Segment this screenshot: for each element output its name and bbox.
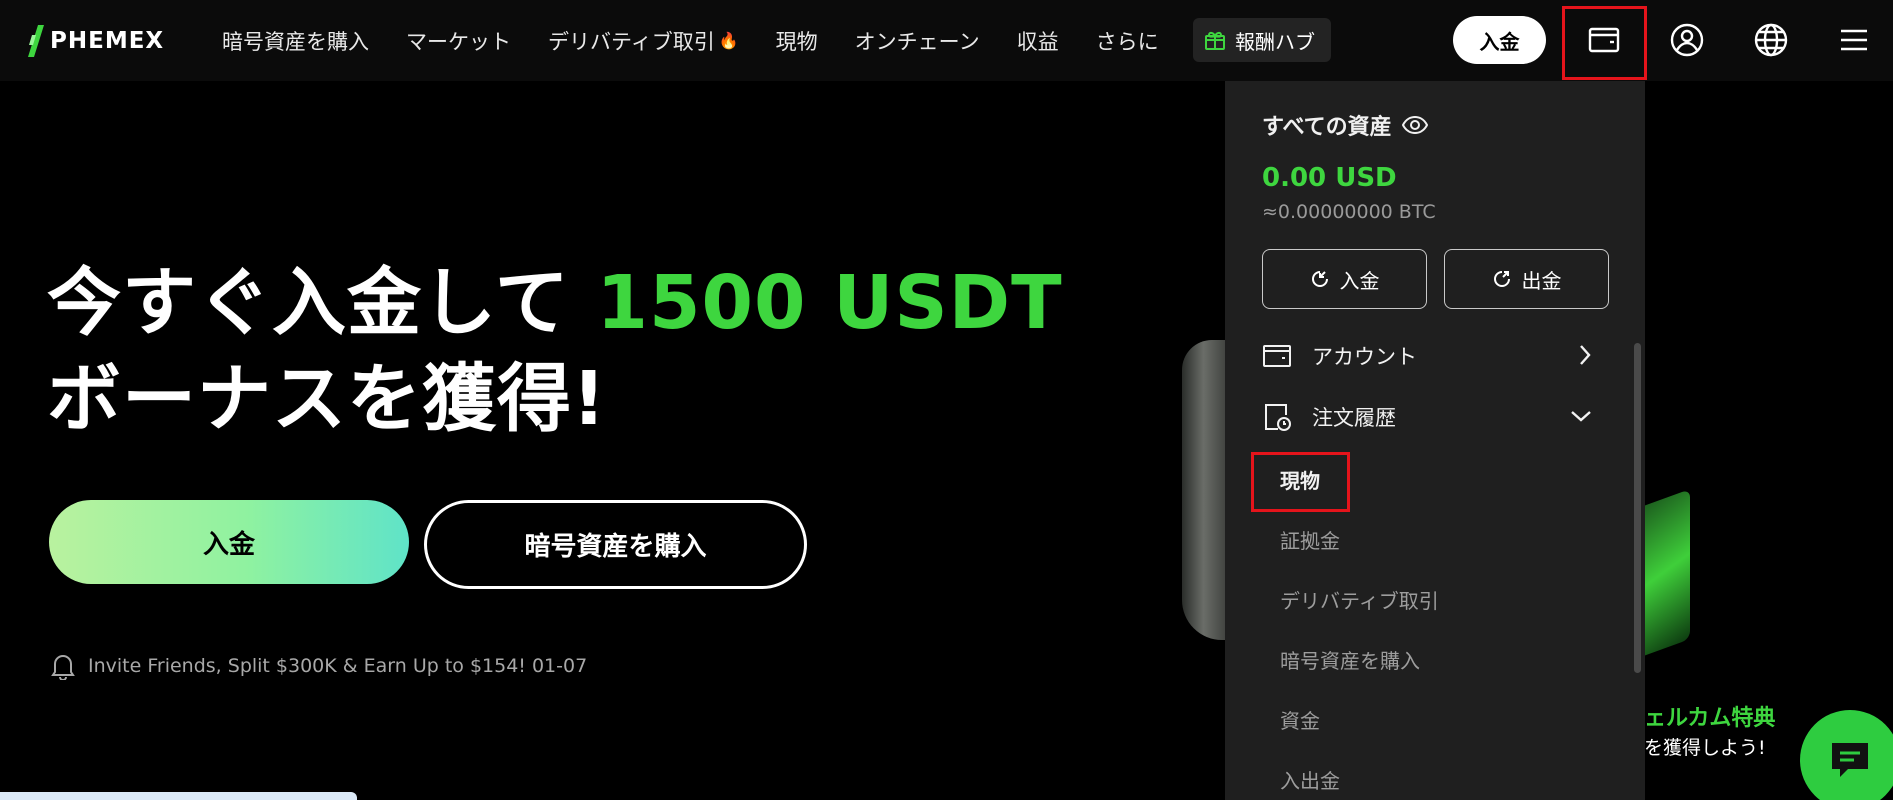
menu-account[interactable]: アカウント: [1262, 336, 1592, 376]
chat-icon: [1832, 743, 1868, 777]
nav-markets[interactable]: マーケット: [406, 26, 511, 56]
user-icon: [1670, 23, 1704, 57]
nav-spot[interactable]: 現物: [776, 26, 818, 56]
hero-line-2: ボーナスを獲得!: [47, 356, 607, 442]
hero-line-1-prefix: 今すぐ入金して: [47, 260, 597, 346]
hero-deposit-button[interactable]: 入金: [49, 500, 409, 584]
main-nav: 暗号資産を購入 マーケット デリバティブ取引 🔥 現物 オンチェーン 収益 さら…: [222, 0, 1196, 81]
wallet-highlight-box: [1562, 6, 1647, 80]
panel-withdraw-button[interactable]: 出金: [1444, 249, 1609, 309]
welcome-bonus-subtitle: を獲得しよう!: [1644, 737, 1766, 759]
panel-scrollbar[interactable]: [1634, 343, 1641, 673]
order-history-derivatives[interactable]: デリバティブ取引: [1280, 585, 1439, 614]
panel-deposit-button[interactable]: 入金: [1262, 249, 1427, 309]
spot-highlight-box: [1251, 452, 1350, 512]
all-assets-header: すべての資産: [1262, 109, 1428, 141]
fire-icon: 🔥: [718, 31, 739, 50]
nav-derivatives-label: デリバティブ取引: [548, 29, 715, 54]
order-history-icon: [1265, 404, 1291, 431]
nav-derivatives[interactable]: デリバティブ取引 🔥: [548, 26, 739, 56]
phemex-logo-icon: [28, 25, 44, 57]
menu-button[interactable]: [1830, 16, 1878, 64]
top-navigation-bar: PHEMEX 暗号資産を購入 マーケット デリバティブ取引 🔥 現物 オンチェー…: [0, 0, 1893, 81]
panel-withdraw-label: 出金: [1521, 268, 1562, 293]
nav-more[interactable]: さらに: [1096, 26, 1159, 56]
logo-text: PHEMEX: [50, 28, 165, 54]
header-deposit-button[interactable]: 入金: [1453, 16, 1546, 64]
support-chat-button[interactable]: [1800, 710, 1893, 800]
hero-line-1: 今すぐ入金して 1500 USDT: [47, 255, 1063, 351]
nav-earn[interactable]: 収益: [1017, 26, 1059, 56]
account-button[interactable]: [1663, 16, 1711, 64]
page: PHEMEX 暗号資産を購入 マーケット デリバティブ取引 🔥 現物 オンチェー…: [0, 0, 1893, 800]
hero-buy-crypto-button[interactable]: 暗号資産を購入: [424, 500, 807, 589]
welcome-bonus-title: ェルカム特典: [1644, 706, 1776, 731]
panel-deposit-label: 入金: [1339, 268, 1380, 293]
announcement-text: Invite Friends, Split $300K & Earn Up to…: [88, 655, 588, 677]
reward-hub-label: 報酬ハブ: [1235, 29, 1315, 54]
decorative-coin-shape: [1182, 340, 1230, 640]
phemex-logo[interactable]: PHEMEX: [28, 24, 164, 58]
hamburger-menu-icon: [1841, 29, 1867, 51]
language-button[interactable]: [1747, 16, 1795, 64]
menu-account-label: アカウント: [1312, 345, 1417, 369]
order-history-funds[interactable]: 資金: [1280, 705, 1320, 734]
assets-dropdown-panel: すべての資産 0.00 USD ≈0.00000000 BTC 入金 出金 アカ…: [1225, 81, 1645, 800]
menu-order-history[interactable]: 注文履歴: [1262, 397, 1592, 437]
bottom-banner-strip: [0, 792, 357, 800]
order-history-margin[interactable]: 証拠金: [1280, 525, 1340, 554]
deposit-icon: [1311, 271, 1328, 287]
withdraw-icon: [1493, 271, 1510, 287]
chevron-down-icon: [1571, 411, 1591, 422]
order-history-deposit-withdraw[interactable]: 入出金: [1280, 765, 1340, 794]
wallet-icon: [1263, 345, 1291, 367]
balance-btc: ≈0.00000000 BTC: [1262, 201, 1436, 223]
eye-icon[interactable]: [1401, 115, 1428, 135]
hero-headline: 今すぐ入金して 1500 USDT ボーナスを獲得!: [47, 255, 1063, 447]
menu-order-history-label: 注文履歴: [1312, 406, 1396, 430]
gift-icon: [1205, 31, 1225, 50]
order-history-buy-crypto[interactable]: 暗号資産を購入: [1280, 645, 1420, 674]
chevron-right-icon: [1580, 345, 1591, 365]
globe-icon: [1754, 23, 1788, 57]
announcement-notice[interactable]: Invite Friends, Split $300K & Earn Up to…: [50, 652, 587, 680]
reward-hub-button[interactable]: 報酬ハブ: [1193, 18, 1331, 62]
bell-icon: [51, 655, 75, 680]
all-assets-title: すべての資産: [1262, 115, 1392, 140]
nav-onchain[interactable]: オンチェーン: [855, 26, 980, 56]
nav-buy-crypto[interactable]: 暗号資産を購入: [222, 26, 369, 56]
balance-usd: 0.00 USD: [1262, 163, 1397, 193]
hero-bonus-amount: 1500 USDT: [596, 260, 1063, 346]
